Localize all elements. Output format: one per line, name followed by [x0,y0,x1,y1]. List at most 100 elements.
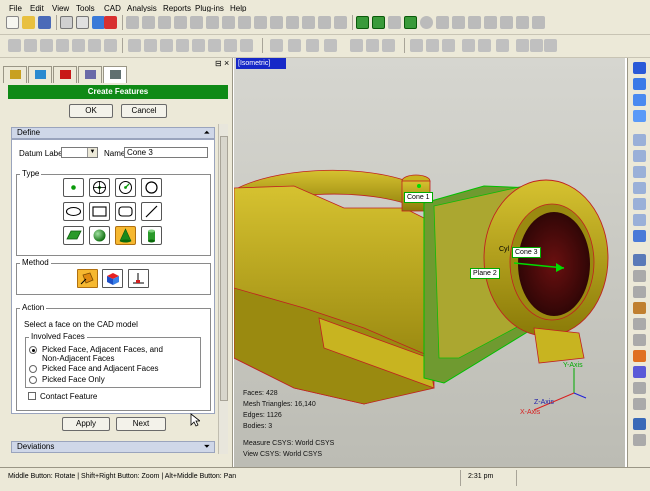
tab-alignment[interactable] [28,66,52,83]
warning-icon[interactable] [224,39,237,52]
feature-cylinder-icon[interactable] [72,39,85,52]
deselect-icon[interactable] [382,39,395,52]
cancel-button[interactable]: Cancel [121,104,167,118]
pick-solid-button[interactable] [102,269,123,288]
zoom-out-icon[interactable] [190,16,203,29]
color-icon[interactable] [633,302,646,314]
apply-button[interactable]: Apply [62,417,110,431]
print-icon[interactable] [60,16,73,29]
report-icon[interactable] [270,39,283,52]
circle-button[interactable] [141,178,162,197]
annotation-icon[interactable] [208,39,221,52]
camera-icon[interactable] [633,434,646,446]
feature-cone-icon[interactable] [88,39,101,52]
slot-button[interactable] [63,202,84,221]
tab-compare[interactable] [53,66,77,83]
align-feature-icon[interactable] [144,39,157,52]
pin-panel-icon[interactable]: ⊟ [215,59,222,68]
define-section-header[interactable]: Define ⏶ [11,127,215,139]
align-best-fit-icon[interactable] [128,39,141,52]
plane-button[interactable] [63,226,84,245]
align-points-icon[interactable] [160,39,173,52]
view-top-icon[interactable] [633,94,646,106]
rotate-icon[interactable] [126,16,139,29]
pointer-icon[interactable] [350,39,363,52]
save-icon[interactable] [38,16,51,29]
rounded-slot-button[interactable] [115,202,136,221]
ellipse-mode-icon[interactable] [452,16,465,29]
layer-down-icon[interactable] [633,398,646,410]
rectangle-button[interactable] [89,202,110,221]
section-cut-icon[interactable] [192,39,205,52]
feature-sphere-icon[interactable] [104,39,117,52]
label-cyl[interactable]: Cyl [499,245,509,254]
deviations-section-header[interactable]: Deviations ⏷ [11,441,215,453]
layer-up-icon[interactable] [633,382,646,394]
record-icon[interactable] [530,39,543,52]
probe-icon[interactable] [410,39,423,52]
tab-table[interactable] [103,66,127,83]
measure-icon[interactable] [222,16,235,29]
highlight-icon[interactable] [633,350,646,362]
point-button[interactable] [63,178,84,197]
pin-icon[interactable] [532,16,545,29]
view-sw-icon[interactable] [633,230,646,242]
redo-icon[interactable] [104,16,117,29]
name-field[interactable]: Cone 3 [124,147,208,158]
select-icon[interactable] [366,39,379,52]
radio-adjacent-faces[interactable] [29,365,37,373]
contact-feature-checkbox[interactable] [28,392,36,400]
view-iso-icon[interactable] [633,62,646,74]
tab-features[interactable] [3,66,27,83]
target-icon[interactable] [516,39,529,52]
connect-icon[interactable] [478,39,491,52]
gdt-icon[interactable] [240,39,253,52]
view-bottom-icon[interactable] [633,150,646,162]
scan-icon[interactable] [426,39,439,52]
panel-scrollbar[interactable] [218,124,228,454]
datum-label-select[interactable]: ▼ [61,147,98,158]
view-se-icon[interactable] [633,214,646,226]
shaded-mode-icon[interactable] [372,16,385,29]
view-ne-icon[interactable] [633,182,646,194]
settings-icon[interactable] [334,16,347,29]
open-folder-icon[interactable] [22,16,35,29]
sphere-button[interactable] [89,226,110,245]
sphere-mode-icon[interactable] [420,16,433,29]
pick-axis-button[interactable] [128,269,149,288]
cross-icon[interactable] [484,16,497,29]
edges-icon[interactable] [516,16,529,29]
feature-line-icon[interactable] [24,39,37,52]
color-map-icon[interactable] [176,39,189,52]
circle-target-button[interactable] [89,178,110,197]
zoom-in-icon[interactable] [174,16,187,29]
feature-circle-icon[interactable] [56,39,69,52]
expand-icon[interactable]: ⏷ [204,442,210,452]
zoom-window-icon[interactable] [158,16,171,29]
view-nw-icon[interactable] [633,198,646,210]
view-left-icon[interactable] [633,166,646,178]
pan-icon[interactable] [142,16,155,29]
device-icon[interactable] [442,39,455,52]
triangle-icon[interactable] [388,16,401,29]
stop-icon[interactable] [544,39,557,52]
label-cone1[interactable]: Cone 1 [404,192,433,203]
layers-icon[interactable] [306,39,319,52]
clip-icon[interactable] [633,334,646,346]
view-right-icon[interactable] [633,110,646,122]
collapse-icon[interactable]: ⏶ [204,128,210,138]
pick-face-button[interactable] [77,269,98,288]
dimension-icon[interactable] [318,16,331,29]
screen-icon[interactable] [633,418,646,430]
feature-point-icon[interactable] [8,39,21,52]
line-button[interactable] [141,202,162,221]
ruler-icon[interactable] [302,16,315,29]
align-icon[interactable] [270,16,283,29]
feature-plane-icon[interactable] [40,39,53,52]
copy-icon[interactable] [76,16,89,29]
cone-button[interactable] [115,226,136,245]
chevron-down-icon[interactable]: ▼ [87,148,97,157]
wireframe-icon[interactable] [633,254,646,266]
section-icon[interactable] [254,16,267,29]
view-front-icon[interactable] [633,78,646,90]
